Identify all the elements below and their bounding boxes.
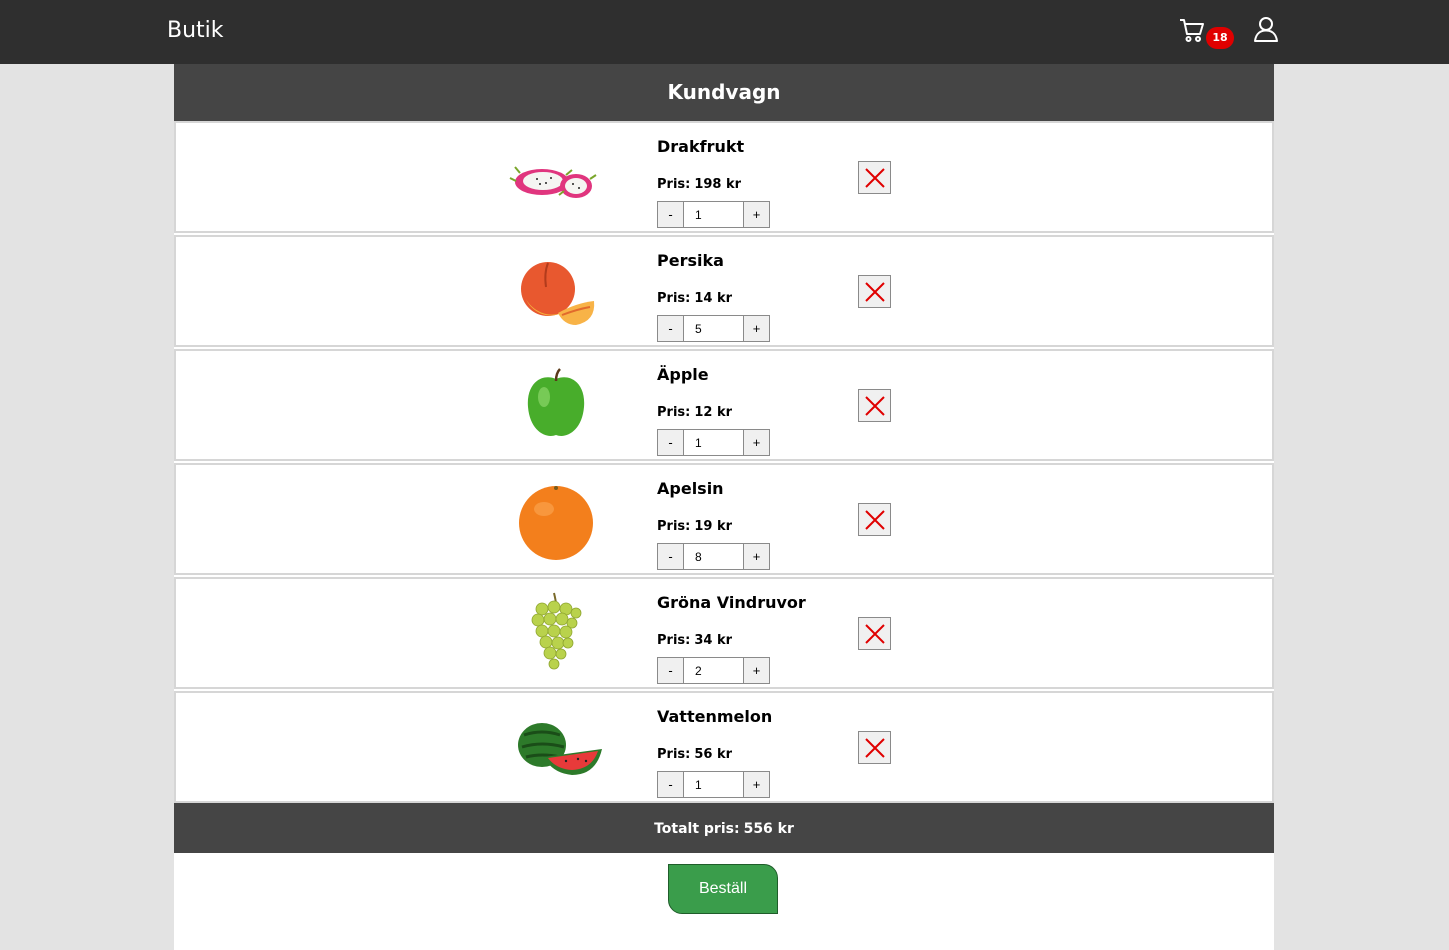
decrease-quantity-button[interactable]: - (657, 543, 684, 570)
product-price: Pris: 34 kr (657, 633, 732, 648)
quantity-stepper: - + (657, 429, 773, 456)
close-icon (865, 510, 885, 530)
remove-item-button[interactable] (858, 275, 891, 308)
quantity-input[interactable] (683, 771, 744, 798)
price-value: 56 kr (694, 747, 733, 762)
price-value: 12 kr (694, 405, 733, 420)
increase-quantity-button[interactable]: + (743, 429, 770, 456)
increase-quantity-button[interactable]: + (743, 657, 770, 684)
remove-item-button[interactable] (858, 389, 891, 422)
decrease-quantity-button[interactable]: - (657, 771, 684, 798)
product-name: Persika (657, 251, 724, 270)
price-label: Pris: (657, 177, 691, 192)
product-name: Gröna Vindruvor (657, 593, 806, 612)
increase-quantity-button[interactable]: + (743, 201, 770, 228)
cart-panel: Kundvagn Drakfrukt Pris:198 kr - + (174, 64, 1274, 950)
product-price: Pris: 198 kr (657, 177, 741, 192)
remove-item-button[interactable] (858, 503, 891, 536)
cart-item: Apelsin Pris:19 kr - + (174, 463, 1274, 575)
quantity-input[interactable] (683, 315, 744, 342)
decrease-quantity-button[interactable]: - (657, 429, 684, 456)
increase-quantity-button[interactable]: + (743, 543, 770, 570)
dragonfruit-icon (509, 166, 597, 198)
price-label: Pris: (657, 405, 691, 420)
quantity-input[interactable] (683, 429, 744, 456)
top-navbar: Butik 18 (0, 0, 1449, 64)
product-price: Pris: 12 kr (657, 405, 732, 420)
remove-item-button[interactable] (858, 617, 891, 650)
peach-icon (521, 262, 595, 325)
price-value: 14 kr (694, 291, 733, 306)
user-icon (1254, 17, 1278, 42)
quantity-stepper: - + (657, 543, 773, 570)
cart-count-badge: 18 (1206, 27, 1234, 49)
decrease-quantity-button[interactable]: - (657, 315, 684, 342)
close-icon (865, 624, 885, 644)
remove-item-button[interactable] (858, 731, 891, 764)
green-grapes-icon (531, 592, 582, 670)
watermelon-icon (518, 723, 602, 775)
product-price: Pris: 56 kr (657, 747, 732, 762)
price-label: Pris: (657, 633, 691, 648)
close-icon (865, 282, 885, 302)
cart-item: Drakfrukt Pris:198 kr - + (174, 121, 1274, 233)
cart-title: Kundvagn (174, 64, 1274, 121)
increase-quantity-button[interactable]: + (743, 315, 770, 342)
close-icon (865, 168, 885, 188)
order-button[interactable]: Beställ (668, 864, 778, 914)
total-price-label: Totalt pris: (654, 821, 740, 837)
product-name: Äpple (657, 365, 709, 384)
cart-item: Persika Pris:14 kr - + (174, 235, 1274, 347)
product-price: Pris: 19 kr (657, 519, 732, 534)
product-price: Pris: 14 kr (657, 291, 732, 306)
price-label: Pris: (657, 747, 691, 762)
remove-item-button[interactable] (858, 161, 891, 194)
close-icon (865, 738, 885, 758)
price-label: Pris: (657, 291, 691, 306)
price-value: 198 kr (694, 177, 742, 192)
quantity-input[interactable] (683, 543, 744, 570)
cart-item: Vattenmelon Pris:56 kr - + (174, 691, 1274, 803)
quantity-stepper: - + (657, 315, 773, 342)
quantity-stepper: - + (657, 657, 773, 684)
quantity-input[interactable] (683, 657, 744, 684)
cart-button[interactable]: 18 (1178, 14, 1236, 50)
quantity-stepper: - + (657, 201, 773, 228)
price-value: 34 kr (694, 633, 733, 648)
quantity-stepper: - + (657, 771, 773, 798)
green-apple-icon (527, 368, 585, 436)
price-label: Pris: (657, 519, 691, 534)
decrease-quantity-button[interactable]: - (657, 201, 684, 228)
brand-link[interactable]: Butik (167, 18, 224, 43)
total-price-bar: Totalt pris: 556 kr (174, 803, 1274, 853)
orange-icon (519, 486, 593, 560)
product-name: Apelsin (657, 479, 724, 498)
product-name: Vattenmelon (657, 707, 773, 726)
close-icon (865, 396, 885, 416)
cart-item: Äpple Pris:12 kr - + (174, 349, 1274, 461)
cart-item: Gröna Vindruvor Pris:34 kr - + (174, 577, 1274, 689)
price-value: 19 kr (694, 519, 733, 534)
decrease-quantity-button[interactable]: - (657, 657, 684, 684)
quantity-input[interactable] (683, 201, 744, 228)
shopping-cart-icon (1180, 19, 1204, 42)
increase-quantity-button[interactable]: + (743, 771, 770, 798)
product-name: Drakfrukt (657, 137, 745, 156)
total-price-value: 556 kr (743, 821, 794, 837)
user-account-button[interactable] (1252, 15, 1280, 43)
